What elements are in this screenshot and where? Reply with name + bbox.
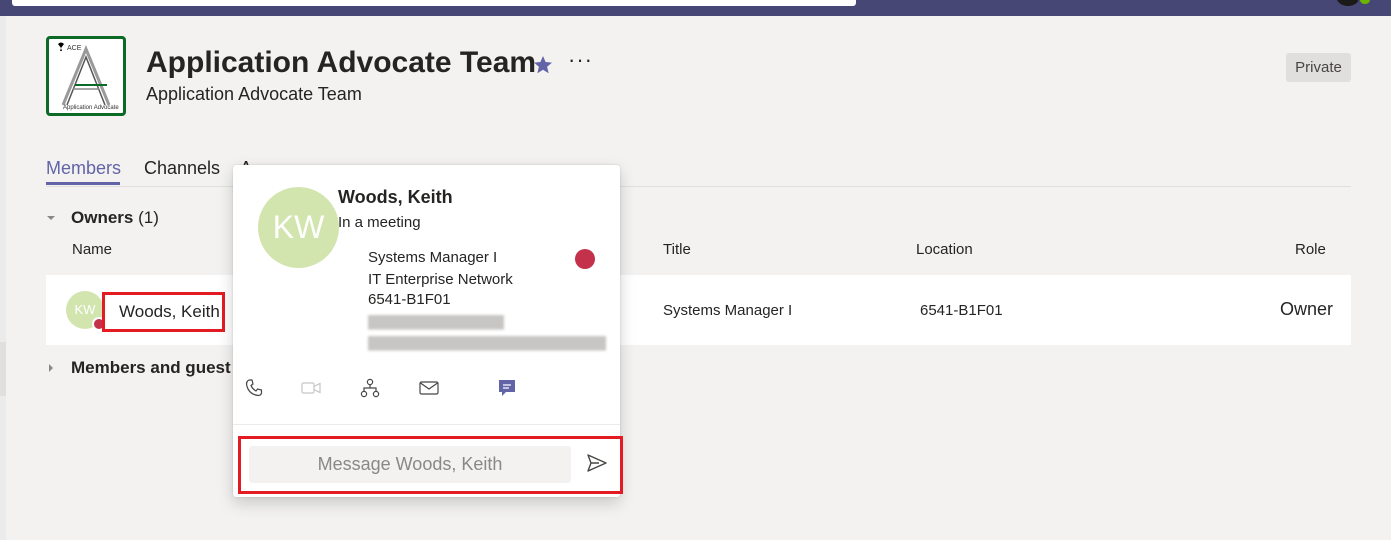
favorite-star-icon[interactable] <box>531 53 555 77</box>
org-chart-icon[interactable] <box>359 377 381 399</box>
column-header-role[interactable]: Role <box>1295 241 1326 258</box>
busy-status-icon <box>575 249 595 269</box>
member-name[interactable]: Woods, Keith <box>102 292 225 332</box>
column-header-title[interactable]: Title <box>663 241 691 258</box>
search-box[interactable] <box>12 0 856 6</box>
owners-count: (1) <box>138 208 159 227</box>
privacy-badge: Private <box>1286 53 1351 82</box>
column-header-location[interactable]: Location <box>916 241 973 258</box>
profile-avatar: KW <box>258 187 339 268</box>
message-compose-area <box>238 436 623 494</box>
message-input[interactable] <box>249 446 571 483</box>
owners-section-heading[interactable]: Owners (1) <box>71 208 159 228</box>
video-icon <box>300 377 322 399</box>
profile-office: 6541-B1F01 <box>368 291 451 308</box>
chevron-right-icon[interactable] <box>46 363 56 373</box>
send-icon[interactable] <box>585 451 609 475</box>
profile-email-redacted: ████████████████████████████ <box>368 336 607 350</box>
team-logo: ACE Application Advocate <box>46 36 126 116</box>
members-section-heading[interactable]: Members and guest <box>71 358 231 378</box>
mail-icon[interactable] <box>418 377 440 399</box>
tab-channels[interactable]: Channels <box>144 158 220 179</box>
profile-job-title: Systems Manager I <box>368 249 498 266</box>
profile-name[interactable]: Woods, Keith <box>338 187 453 208</box>
member-title: Systems Manager I <box>663 302 793 319</box>
logo-text-bottom: Application Advocate <box>63 105 119 111</box>
more-options-icon[interactable]: ··· <box>568 49 594 76</box>
profile-phone-redacted: ████████████████ <box>368 315 505 329</box>
user-status-indicator <box>1358 0 1372 6</box>
profile-department: IT Enterprise Network <box>368 271 513 288</box>
team-subtitle: Application Advocate Team <box>146 84 362 104</box>
logo-text-top: ACE <box>67 45 82 52</box>
tab-members-underline <box>46 182 120 185</box>
team-logo-graphic: ACE Application Advocate <box>58 42 119 111</box>
app-top-bar <box>0 0 1391 16</box>
member-role[interactable]: Owner <box>1280 299 1333 320</box>
left-rail-selection <box>0 342 6 396</box>
user-avatar[interactable] <box>1336 0 1360 6</box>
owners-heading-label: Owners <box>71 208 134 227</box>
tab-members[interactable]: Members <box>46 158 121 179</box>
phone-icon[interactable] <box>243 377 265 399</box>
profile-card: KW Woods, Keith In a meeting Systems Man… <box>233 165 623 497</box>
member-location: 6541-B1F01 <box>920 302 1003 319</box>
profile-status-text: In a meeting <box>338 214 421 231</box>
chevron-down-icon[interactable] <box>46 213 56 223</box>
column-header-name[interactable]: Name <box>72 241 112 258</box>
left-rail <box>0 16 6 540</box>
chat-icon[interactable] <box>496 377 518 399</box>
team-title: Application Advocate Team <box>146 46 537 79</box>
card-divider <box>233 424 620 425</box>
